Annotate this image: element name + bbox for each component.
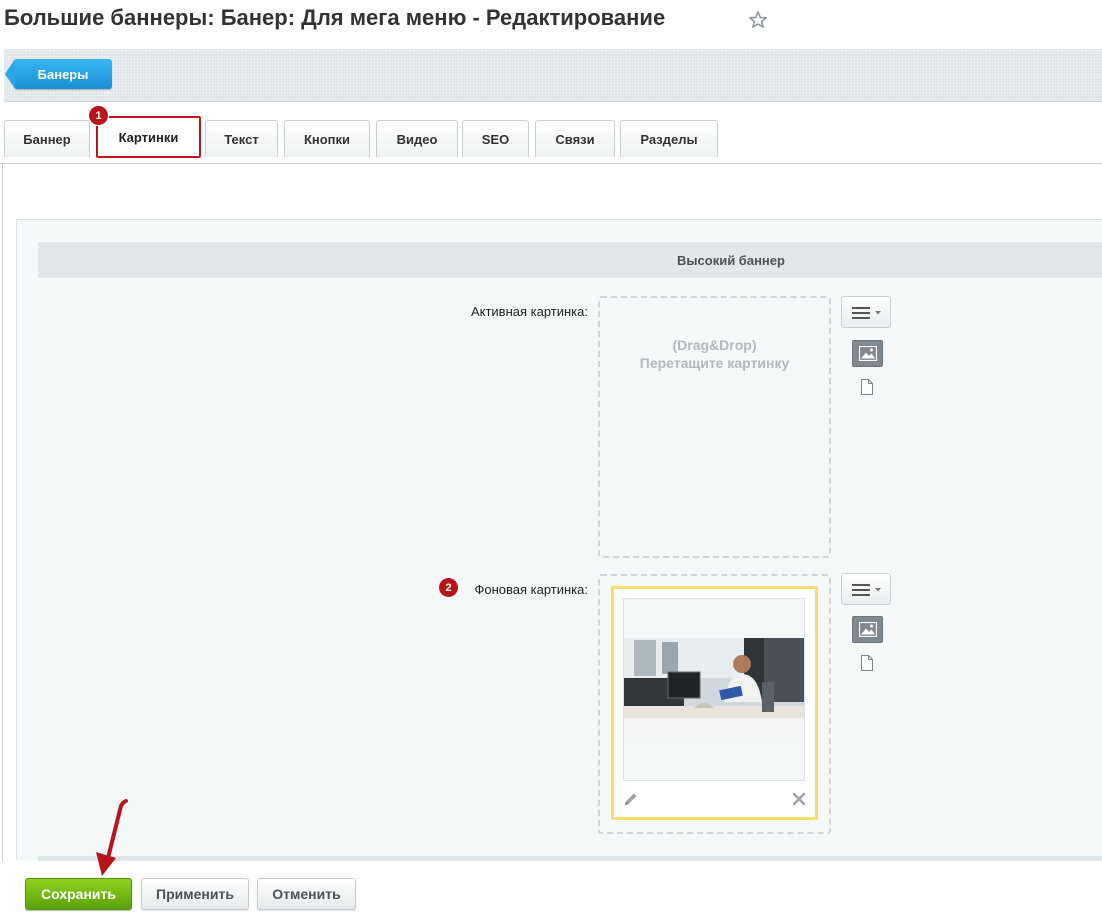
tab-seo[interactable]: SEO [462,120,529,157]
cancel-button[interactable]: Отменить [257,878,356,910]
page-title: Большие баннеры: Банер: Для мега меню - … [4,5,666,30]
tab-buttons[interactable]: Кнопки [284,120,370,157]
active-image-menu-button[interactable] [841,296,891,328]
pencil-icon[interactable] [623,791,639,807]
back-to-banners-button[interactable]: Банеры [5,59,112,89]
file-icon[interactable] [860,379,874,395]
tab-banner[interactable]: Баннер [4,120,90,157]
image-frame [623,598,805,781]
toolbar: Банеры [4,49,1102,102]
drop-hint-line1: (Drag&Drop) [672,337,757,353]
tab-links[interactable]: Связи [535,120,615,157]
background-image-upload-button[interactable] [852,616,883,643]
background-image-menu-button[interactable] [841,573,891,605]
close-icon[interactable] [791,791,807,807]
tab-text[interactable]: Текст [205,120,278,157]
tab-video[interactable]: Видео [376,120,458,157]
active-image-upload-button[interactable] [852,340,883,367]
tab-images[interactable]: Картинки [96,116,201,158]
active-image-label: Активная картинка: [470,304,588,319]
tab-sections[interactable]: Разделы [620,120,718,157]
star-icon[interactable] [748,10,768,30]
office-photo [624,638,804,740]
background-image-label: Фоновая картинка: [474,582,588,597]
hamburger-icon [852,584,881,596]
annotation-badge-1: 1 [89,106,108,125]
file-icon[interactable] [860,655,874,671]
drop-hint-line2: Перетащите картинку [639,355,790,371]
apply-button[interactable]: Применить [141,878,249,910]
background-image-preview [611,586,818,820]
annotation-badge-2: 2 [439,578,458,597]
hamburger-icon [852,307,881,319]
section-header: Высокий баннер [38,242,1102,278]
save-button[interactable]: Сохранить [25,878,132,910]
image-icon [859,622,877,637]
active-image-dropzone[interactable]: (Drag&Drop) Перетащите картинку [598,296,831,558]
image-icon [859,346,877,361]
